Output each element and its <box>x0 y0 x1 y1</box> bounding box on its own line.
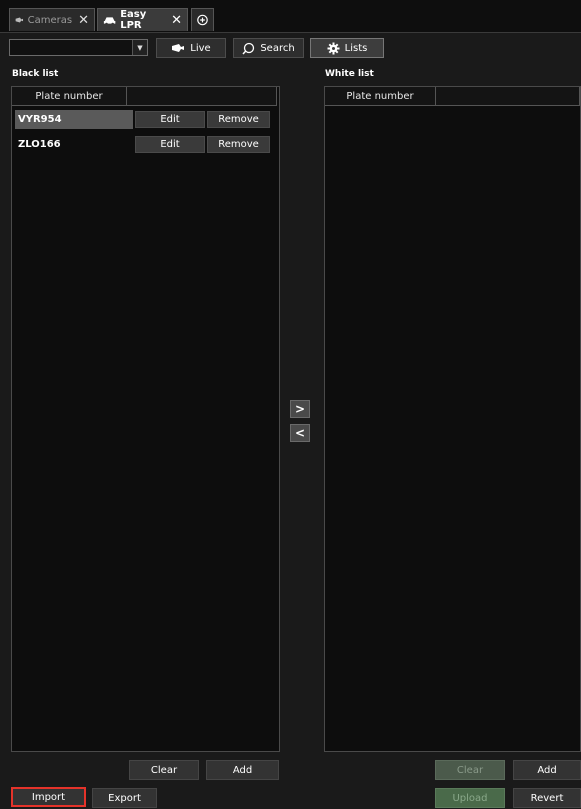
live-button[interactable]: Live <box>156 38 226 58</box>
move-left-button[interactable]: < <box>290 424 310 442</box>
plate-number-column-header[interactable]: Plate number <box>12 87 127 106</box>
gear-icon <box>327 42 340 54</box>
add-tab-button[interactable] <box>191 8 214 31</box>
plus-circle-icon <box>197 14 208 26</box>
plate-cell: VYR954 <box>15 110 133 129</box>
camera-dropdown[interactable]: ▼ <box>9 39 148 56</box>
tab-easy-lpr[interactable]: Easy LPR ✕ <box>97 8 188 31</box>
search-button[interactable]: Search <box>233 38 304 58</box>
tab-cameras-label: Cameras <box>27 14 73 26</box>
search-icon <box>242 42 255 55</box>
tab-bar: Cameras ✕ Easy LPR ✕ <box>0 0 581 33</box>
lists-label: Lists <box>344 42 368 54</box>
car-icon <box>103 16 116 25</box>
close-icon[interactable]: ✕ <box>171 13 182 28</box>
close-icon[interactable]: ✕ <box>78 13 89 28</box>
camera-icon <box>15 17 24 23</box>
search-label: Search <box>260 42 295 54</box>
edit-button[interactable]: Edit <box>135 111 205 128</box>
chevron-down-icon[interactable]: ▼ <box>132 40 147 55</box>
chevron-left-icon: < <box>294 426 306 440</box>
revert-button[interactable]: Revert <box>513 788 581 808</box>
remove-button[interactable]: Remove <box>207 136 270 153</box>
tab-cameras[interactable]: Cameras ✕ <box>9 8 95 31</box>
black-list-clear-button[interactable]: Clear <box>129 760 199 780</box>
white-list-title: White list <box>325 69 374 79</box>
table-row[interactable]: ZLO166 Edit Remove <box>15 135 270 154</box>
actions-column-header <box>436 87 580 106</box>
white-list-clear-button[interactable]: Clear <box>435 760 505 780</box>
lists-button[interactable]: Lists <box>310 38 384 58</box>
table-row[interactable]: VYR954 Edit Remove <box>15 110 270 129</box>
plate-number-column-header[interactable]: Plate number <box>325 87 436 106</box>
table-header: Plate number <box>325 87 580 106</box>
move-right-button[interactable]: > <box>290 400 310 418</box>
white-list-add-button[interactable]: Add <box>513 760 581 780</box>
black-list-table[interactable]: Plate number VYR954 Edit Remove ZLO166 E… <box>11 86 280 752</box>
upload-button[interactable]: Upload <box>435 788 505 808</box>
black-list-title: Black list <box>12 69 59 79</box>
toolbar: ▼ Live Search Lists <box>0 37 581 59</box>
import-button[interactable]: Import <box>11 787 86 807</box>
black-list-add-button[interactable]: Add <box>206 760 279 780</box>
export-button[interactable]: Export <box>92 788 157 808</box>
plate-cell: ZLO166 <box>18 139 61 150</box>
chevron-right-icon: > <box>294 402 306 416</box>
edit-button[interactable]: Edit <box>135 136 205 153</box>
camera-icon <box>172 44 185 52</box>
live-label: Live <box>190 42 211 54</box>
white-list-table[interactable]: Plate number <box>324 86 581 752</box>
table-header: Plate number <box>12 87 277 106</box>
actions-column-header <box>127 87 277 106</box>
tab-easy-lpr-label: Easy LPR <box>120 9 147 31</box>
remove-button[interactable]: Remove <box>207 111 270 128</box>
